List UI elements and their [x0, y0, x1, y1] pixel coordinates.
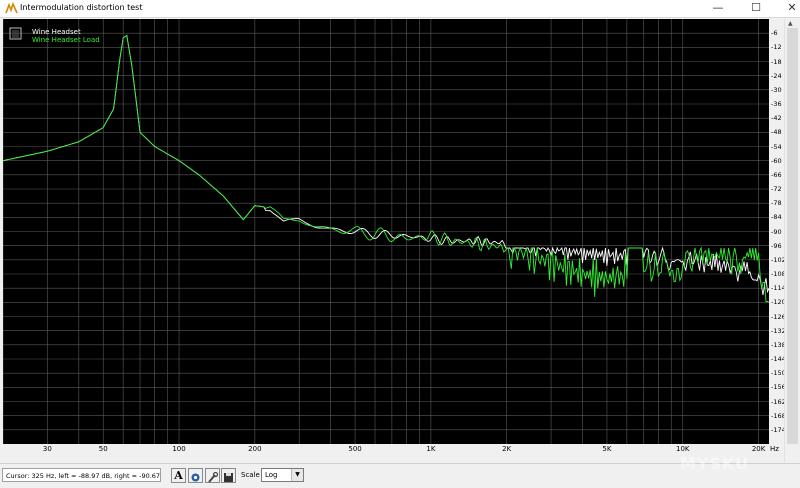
close-button[interactable]: ✕	[774, 0, 800, 17]
cursor-readout: Cursor: 325 Hz, left = -88.97 dB, right …	[2, 468, 161, 482]
y-tick-label-3: -24	[771, 71, 782, 80]
floppy-icon	[224, 473, 233, 482]
x-axis-unit: Hz	[770, 445, 779, 453]
y-tick-label-13: -84	[771, 213, 782, 222]
font-button[interactable]: A	[171, 468, 186, 483]
x-tick-label-0: 30	[42, 445, 52, 453]
y-tick-label-5: -36	[771, 100, 782, 108]
y-tick-label-11: -72	[771, 185, 782, 193]
watermark: MYSKU	[680, 454, 750, 473]
y-tick-label-1: -12	[771, 43, 782, 52]
y-tick-label-4: -30	[771, 85, 782, 94]
scale-select[interactable]: Log ▼	[261, 468, 304, 482]
x-tick-label-3: 200	[248, 445, 262, 453]
window-title: Intermodulation distortion test	[20, 3, 143, 12]
y-tick-label-7: -48	[771, 128, 782, 137]
app-icon	[5, 2, 18, 14]
y-tick-label-6: -42	[771, 114, 782, 123]
legend-entry-1: Wine Headset Load	[32, 36, 100, 44]
y-tick-label-2: -18	[771, 57, 782, 66]
chevron-down-icon: ▼	[291, 469, 303, 481]
x-axis: 30 50 100 200 500 1K 2K 5K 10K 20K	[3, 444, 769, 457]
grid	[2, 19, 769, 444]
y-tick-label-8: -54	[771, 142, 782, 151]
scroll-thumb[interactable]	[787, 28, 798, 444]
chart-svg: Wine Headset Wine Headset Load	[2, 19, 770, 444]
x-tick-label-8: 10K	[676, 445, 690, 453]
y-tick-label-0: -6	[771, 29, 778, 38]
vertical-scrollbar[interactable]: ▲	[784, 19, 800, 462]
gear-icon	[191, 473, 200, 482]
y-tick-label-15: -96	[771, 241, 782, 250]
wrench-button[interactable]	[205, 468, 220, 483]
scroll-up-icon[interactable]: ▲	[788, 20, 793, 27]
y-tick-label-9: -60	[771, 156, 782, 165]
minimize-button[interactable]: —	[700, 0, 736, 17]
wrench-icon	[208, 471, 219, 483]
font-icon: A	[174, 469, 183, 482]
y-tick-label-14: -90	[771, 227, 782, 236]
y-tick-label-10: -66	[771, 170, 782, 179]
settings-button[interactable]	[188, 468, 203, 483]
legend-icon-lines	[12, 30, 19, 38]
x-tick-label-1: 50	[98, 445, 108, 453]
scale-label: Scale	[241, 471, 260, 479]
y-tick-label-12: -78	[771, 199, 782, 208]
legend-entry-0: Wine Headset	[32, 28, 81, 36]
x-tick-label-5: 1K	[426, 445, 436, 453]
x-tick-label-7: 5K	[602, 445, 612, 453]
y-axis: -6 -12 -18 -24 -30 -36 -42 -48 -54 -60 -66 -72 -78 -8…	[769, 19, 786, 444]
maximize-button[interactable]: ☐	[738, 0, 774, 17]
x-tick-label-4: 500	[348, 445, 362, 453]
spectrum-plot[interactable]: Wine Headset Wine Headset Load	[2, 19, 770, 444]
title-bar: Intermodulation distortion test — ☐ ✕	[0, 0, 800, 18]
save-button[interactable]	[221, 468, 236, 483]
x-tick-label-6: 2K	[502, 445, 512, 453]
x-tick-label-9: 20K	[751, 445, 766, 453]
legend: Wine Headset Wine Headset Load	[9, 27, 100, 44]
scale-value: Log	[265, 471, 278, 479]
x-tick-label-2: 100	[172, 445, 186, 453]
